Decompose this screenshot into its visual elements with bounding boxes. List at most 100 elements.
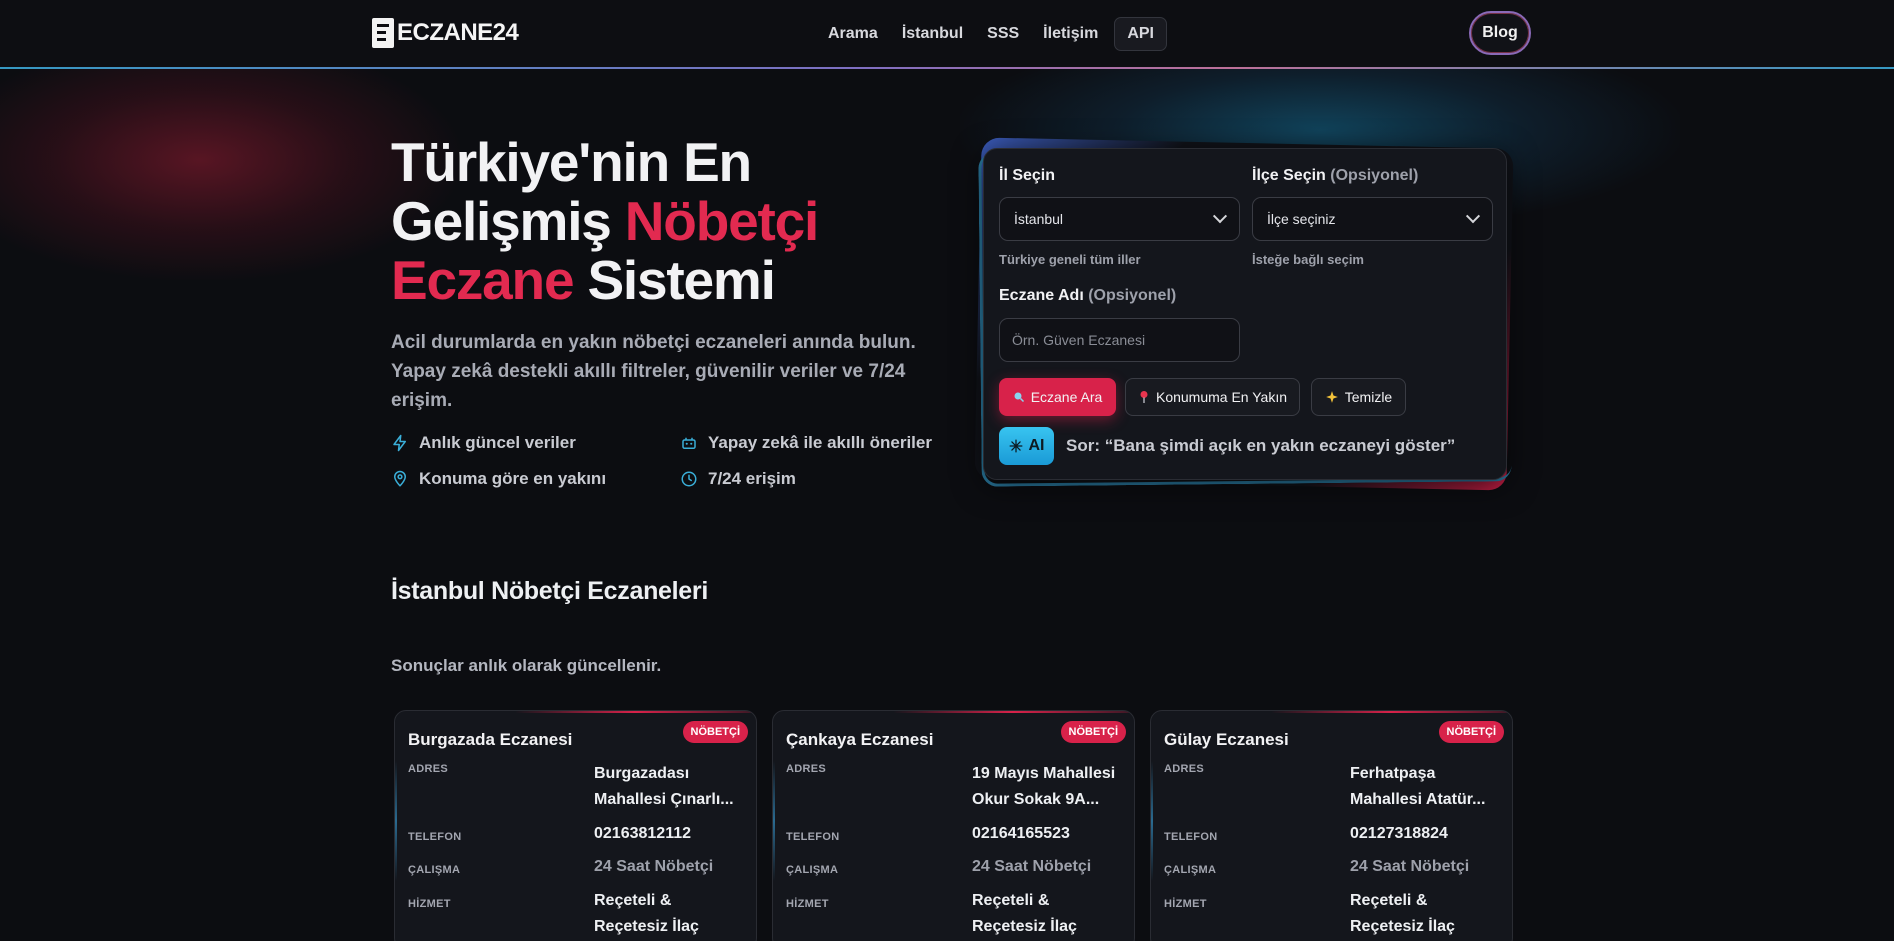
pharmacy-name-input[interactable] bbox=[999, 318, 1240, 362]
hours-label: ÇALIŞMA bbox=[1164, 864, 1217, 876]
feature-list: Anlık güncel veriler Yapay zekâ ile akıl… bbox=[391, 432, 951, 490]
hours-label: ÇALIŞMA bbox=[786, 864, 839, 876]
status-badge: NÖBETÇİ bbox=[682, 721, 748, 743]
clear-button[interactable]: Temizle bbox=[1311, 378, 1406, 416]
brand-logo[interactable]: ECZANE24 bbox=[372, 17, 519, 49]
pharmacy-name-optional-text: (Opsiyonel) bbox=[1088, 287, 1177, 304]
feature-item: 7/24 erişim bbox=[680, 468, 950, 490]
service-line: Reçeteli & bbox=[972, 892, 1050, 909]
service-line: Reçeteli & bbox=[1350, 892, 1428, 909]
nav-link-api[interactable]: API bbox=[1114, 17, 1167, 51]
feature-label: Yapay zekâ ile akıllı öneriler bbox=[708, 433, 932, 452]
district-hint: İsteğe bağlı seçim bbox=[1252, 252, 1364, 267]
feature-item: Yapay zekâ ile akıllı öneriler bbox=[680, 432, 950, 454]
phone-number[interactable]: 02164165523 bbox=[972, 821, 1122, 847]
clear-button-label: Temizle bbox=[1344, 389, 1393, 405]
city-label-text: İl Seçin bbox=[999, 167, 1056, 184]
feature-item: Konuma göre en yakını bbox=[391, 468, 680, 490]
address-label: ADRES bbox=[1164, 763, 1205, 775]
top-navbar: ECZANE24 Arama İstanbul SSS İletişim API… bbox=[0, 0, 1894, 68]
feature-item: Anlık güncel veriler bbox=[391, 432, 680, 454]
phone-label: TELEFON bbox=[1164, 831, 1218, 843]
phone-number[interactable]: 02127318824 bbox=[1350, 821, 1500, 847]
pharmacy-card[interactable]: Çankaya Eczanesi NÖBETÇİ ADRES 19 Mayıs … bbox=[772, 710, 1135, 941]
city-label: İl Seçin bbox=[999, 167, 1055, 185]
hero-title-highlight-2: Eczane bbox=[391, 249, 575, 311]
address-line: Okur Sokak 9A... bbox=[972, 791, 1100, 808]
chevron-down-icon bbox=[1465, 209, 1481, 224]
nav-link-istanbul[interactable]: İstanbul bbox=[890, 17, 975, 51]
chevron-down-icon bbox=[1212, 209, 1228, 224]
hero-subtitle: Acil durumlarda en yakın nöbetçi eczanel… bbox=[391, 332, 916, 411]
service-label: HİZMET bbox=[786, 898, 829, 910]
pharmacy-name-label-text: Eczane Adı bbox=[999, 287, 1084, 304]
results-subtitle: Sonuçlar anlık olarak güncellenir. bbox=[391, 656, 662, 675]
service-label: HİZMET bbox=[408, 898, 451, 910]
logo-icon bbox=[372, 18, 394, 48]
feature-label: 7/24 erişim bbox=[708, 469, 796, 488]
hours-label: ÇALIŞMA bbox=[408, 864, 461, 876]
nav-link-arama[interactable]: Arama bbox=[816, 17, 890, 51]
nearest-button-label: Konumuma En Yakın bbox=[1155, 389, 1287, 405]
sparkles-icon bbox=[1325, 391, 1338, 403]
ai-prompt-text[interactable]: Sor: “Bana şimdi açık en yakın eczaneyi … bbox=[1066, 436, 1455, 456]
hero-title-line1: Türkiye'nin En bbox=[391, 131, 752, 193]
address-line: Burgazadası bbox=[594, 765, 690, 782]
hero-title-line3b: Sistemi bbox=[573, 249, 775, 311]
results-title: İstanbul Nöbetçi Eczaneleri bbox=[391, 577, 708, 605]
hero-title: Türkiye'nin En Gelişmiş Nöbetçi Eczane S… bbox=[391, 133, 911, 310]
pharmacy-name: Çankaya Eczanesi bbox=[786, 730, 934, 749]
address-line: Mahallesi Atatür... bbox=[1350, 791, 1486, 808]
blog-button[interactable]: Blog bbox=[1469, 11, 1531, 55]
sparkle-icon bbox=[1009, 439, 1022, 453]
status-badge: NÖBETÇİ bbox=[1438, 721, 1504, 743]
search-pharmacy-button[interactable]: Eczane Ara bbox=[999, 378, 1116, 416]
feature-label: Konuma göre en yakını bbox=[419, 469, 607, 488]
district-label: İlçe Seçin (Opsiyonel) bbox=[1252, 167, 1418, 185]
service-line: Reçetesiz İlaç bbox=[1350, 918, 1455, 935]
pharmacy-name: Gülay Eczanesi bbox=[1164, 730, 1289, 749]
nearest-location-button[interactable]: Konumuma En Yakın bbox=[1125, 378, 1300, 416]
district-select[interactable]: İlçe seçiniz bbox=[1252, 197, 1493, 241]
ai-assistant-button[interactable]: AI bbox=[999, 427, 1054, 465]
hours-value: 24 Saat Nöbetçi bbox=[972, 858, 1092, 875]
nav-link-iletisim[interactable]: İletişim bbox=[1031, 17, 1110, 51]
service-label: HİZMET bbox=[1164, 898, 1207, 910]
address-label: ADRES bbox=[408, 763, 449, 775]
pharmacy-card[interactable]: Gülay Eczanesi NÖBETÇİ ADRES Ferhatpaşa … bbox=[1150, 710, 1513, 941]
brand-name: ECZANE24 bbox=[397, 19, 519, 46]
hero-title-line2a: Gelişmiş bbox=[391, 190, 625, 252]
service-line: Reçetesiz İlaç bbox=[972, 918, 1077, 935]
hours-value: 24 Saat Nöbetçi bbox=[1350, 858, 1470, 875]
search-panel: İl Seçin İstanbul Türkiye geneli tüm ill… bbox=[983, 148, 1507, 480]
phone-label: TELEFON bbox=[786, 831, 840, 843]
search-icon bbox=[1014, 392, 1024, 403]
main-nav: Arama İstanbul SSS İletişim API bbox=[816, 17, 1167, 51]
city-hint: Türkiye geneli tüm iller bbox=[999, 252, 1141, 267]
robot-icon bbox=[682, 437, 696, 449]
district-optional-text: (Opsiyonel) bbox=[1330, 167, 1419, 184]
pharmacy-card[interactable]: Burgazada Eczanesi NÖBETÇİ ADRES Burgaza… bbox=[394, 710, 757, 941]
service-line: Reçeteli & bbox=[594, 892, 672, 909]
hero-title-highlight-1: Nöbetçi bbox=[624, 190, 819, 252]
pharmacy-name: Burgazada Eczanesi bbox=[408, 730, 573, 749]
clock-icon bbox=[681, 471, 697, 487]
service-line: Reçetesiz İlaç bbox=[594, 918, 699, 935]
phone-number[interactable]: 02163812112 bbox=[594, 821, 744, 847]
hours-value: 24 Saat Nöbetçi bbox=[594, 858, 714, 875]
phone-label: TELEFON bbox=[408, 831, 462, 843]
pushpin-icon bbox=[1140, 391, 1148, 403]
city-select[interactable]: İstanbul bbox=[999, 197, 1240, 241]
map-pin-icon bbox=[393, 470, 407, 487]
ai-badge-label: AI bbox=[1028, 437, 1045, 454]
address-label: ADRES bbox=[786, 763, 827, 775]
pharmacy-name-label: Eczane Adı (Opsiyonel) bbox=[999, 287, 1176, 305]
address-line: Ferhatpaşa bbox=[1350, 765, 1436, 782]
status-badge: NÖBETÇİ bbox=[1060, 721, 1126, 743]
address-line: Mahallesi Çınarlı... bbox=[594, 791, 734, 808]
address-line: 19 Mayıs Mahallesi bbox=[972, 765, 1116, 782]
bolt-icon bbox=[393, 434, 406, 452]
nav-link-sss[interactable]: SSS bbox=[975, 17, 1031, 51]
header-divider bbox=[0, 67, 1894, 69]
district-label-text: İlçe Seçin bbox=[1252, 167, 1326, 184]
